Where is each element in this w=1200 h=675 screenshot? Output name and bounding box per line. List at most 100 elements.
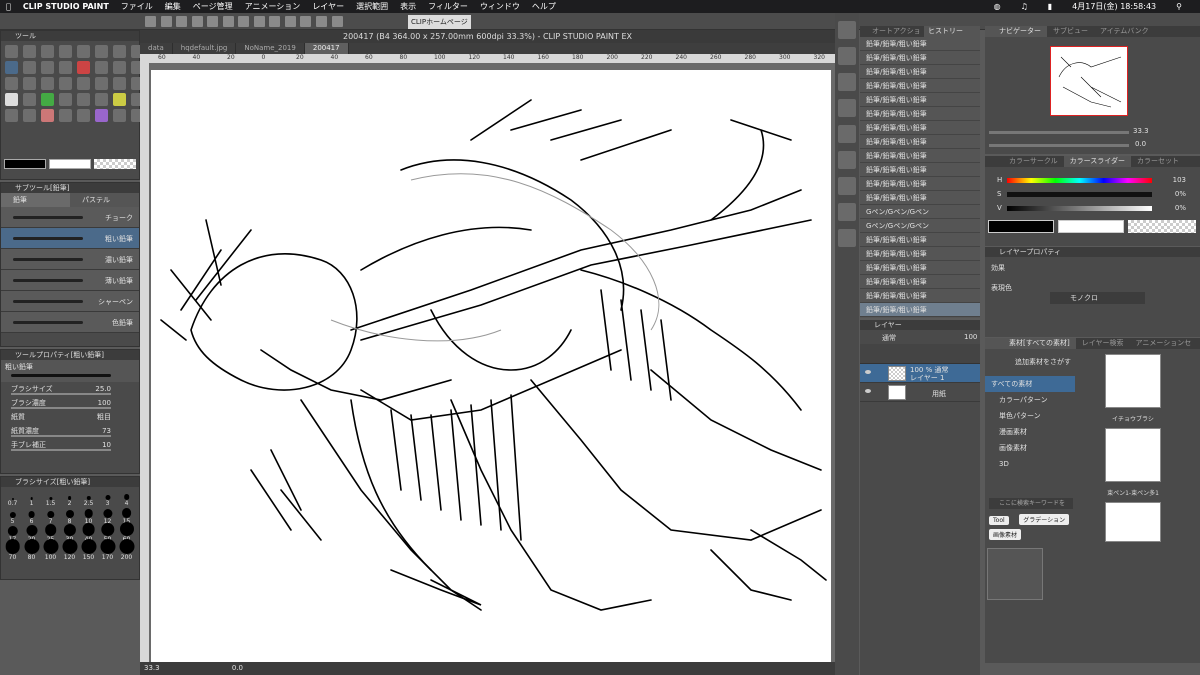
text-tool-icon[interactable]: [77, 77, 90, 90]
3d-tool-icon[interactable]: [23, 93, 36, 106]
dock-icon-5[interactable]: [838, 125, 856, 143]
history-item[interactable]: Gペン/Gペン/Gペン: [860, 219, 980, 233]
menu-help[interactable]: ヘルプ: [532, 1, 556, 12]
brush-size-cell[interactable]: 0.7: [3, 490, 22, 507]
brush-size-cell[interactable]: 2: [60, 490, 79, 507]
airbrush-tool-icon[interactable]: [59, 61, 72, 74]
apple-icon[interactable]: : [6, 2, 11, 11]
frame-tool-icon[interactable]: [41, 77, 54, 90]
channel-value[interactable]: 103: [1173, 176, 1186, 184]
brush-size-row[interactable]: ブラシサイズ 25.0: [1, 382, 139, 396]
navigator-preview[interactable]: [1050, 46, 1128, 116]
yen-tool-icon[interactable]: [113, 93, 126, 106]
brush-size-cell[interactable]: 4: [117, 490, 136, 507]
clear-icon[interactable]: [238, 16, 250, 27]
main-color-swatch[interactable]: [4, 159, 46, 169]
sub-color-swatch[interactable]: [49, 159, 91, 169]
history-item[interactable]: 鉛筆/鉛筆/粗い鉛筆: [860, 177, 980, 191]
check-tool-icon[interactable]: [59, 93, 72, 106]
layer-row[interactable]: 100 % 通常 レイヤー 1: [860, 364, 980, 383]
dock-icon-6[interactable]: [838, 151, 856, 169]
clock[interactable]: 4月17日(金) 18:58:43: [1072, 1, 1156, 12]
value-row[interactable]: V 0%: [985, 201, 1200, 215]
expression-select[interactable]: モノクロ: [1050, 292, 1145, 304]
texture-density-row[interactable]: 紙質濃度 73: [1, 424, 139, 438]
eyedropper-tool-icon[interactable]: [113, 45, 126, 58]
menu-view[interactable]: 表示: [400, 1, 416, 12]
dock-icon-1[interactable]: [838, 21, 856, 39]
menu-edit[interactable]: 編集: [165, 1, 181, 12]
layer-opacity[interactable]: 100: [964, 333, 977, 341]
wand-tool-icon[interactable]: [95, 45, 108, 58]
menu-file[interactable]: ファイル: [121, 1, 153, 12]
move-tool-icon[interactable]: [41, 45, 54, 58]
material-thumbnail[interactable]: [1105, 502, 1161, 542]
eraser-tool-icon[interactable]: [95, 61, 108, 74]
history-item[interactable]: 鉛筆/鉛筆/粗い鉛筆: [860, 289, 980, 303]
history-item[interactable]: 鉛筆/鉛筆/粗い鉛筆: [860, 247, 980, 261]
history-item[interactable]: 鉛筆/鉛筆/粗い鉛筆: [860, 275, 980, 289]
balloon-tool-icon[interactable]: [95, 77, 108, 90]
brush-tool-icon[interactable]: [41, 61, 54, 74]
dock-icon-2[interactable]: [838, 47, 856, 65]
row-value[interactable]: 粗目: [97, 410, 111, 424]
material-tree-item[interactable]: 3D: [985, 456, 1075, 472]
history-item[interactable]: 鉛筆/鉛筆/粗い鉛筆: [860, 107, 980, 121]
deselect-icon[interactable]: [284, 16, 296, 27]
hue-row[interactable]: H 103: [985, 173, 1200, 187]
new-icon[interactable]: [160, 16, 172, 27]
fish-tool-icon[interactable]: [77, 93, 90, 106]
brush-size-cell[interactable]: 100: [41, 539, 60, 561]
brush-size-cell[interactable]: 1.5: [41, 490, 60, 507]
transparent-swatch[interactable]: [1128, 220, 1196, 233]
blend-tool-icon[interactable]: [113, 61, 126, 74]
tab-item-bank[interactable]: アイテムバンク: [1094, 26, 1155, 37]
main-color-swatch[interactable]: [988, 220, 1054, 233]
eye-icon[interactable]: [865, 370, 871, 374]
doc-tab-hqdefault[interactable]: hqdefault.jpg: [173, 43, 237, 54]
brush-size-cell[interactable]: 8: [60, 508, 79, 525]
brush-size-cell[interactable]: 5: [3, 508, 22, 525]
homepage-button[interactable]: CLIPホームページ: [408, 15, 471, 29]
dock-icon-8[interactable]: [838, 203, 856, 221]
material-tree-item[interactable]: すべての素材: [985, 376, 1075, 392]
angle-value[interactable]: 0.0: [232, 664, 243, 672]
ruler-left[interactable]: [140, 54, 149, 662]
pen-tool-icon[interactable]: [5, 61, 18, 74]
correct-line-icon[interactable]: [113, 77, 126, 90]
wifi-icon[interactable]: ◍: [994, 2, 1001, 11]
row-value[interactable]: 100: [98, 396, 111, 410]
paint-tool-icon[interactable]: [5, 109, 18, 122]
decoration-tool-icon[interactable]: [77, 61, 90, 74]
brush-size-cell[interactable]: 150: [79, 539, 98, 561]
open-icon[interactable]: [176, 16, 188, 27]
undo-icon[interactable]: [207, 16, 219, 27]
fill-icon[interactable]: [269, 16, 281, 27]
nav-zoom-value[interactable]: 33.3: [1133, 127, 1149, 135]
menu-animation[interactable]: アニメーション: [245, 1, 301, 12]
tab-subview[interactable]: サブビュー: [1047, 26, 1094, 37]
material-thumbnail[interactable]: [1105, 428, 1161, 482]
drawing-canvas[interactable]: [151, 70, 831, 662]
blank4-tool-icon[interactable]: [113, 109, 126, 122]
brush-size-cell[interactable]: 200: [117, 539, 136, 561]
add-material-button[interactable]: 追加素材をさがす: [989, 354, 1071, 370]
brush-size-cell[interactable]: 170: [98, 539, 117, 561]
brush-size-cell[interactable]: 2.5: [79, 490, 98, 507]
brush-light-pencil[interactable]: 薄い鉛筆: [1, 270, 139, 291]
channel-value[interactable]: 0%: [1175, 204, 1186, 212]
menu-layer[interactable]: レイヤー: [312, 1, 344, 12]
history-item[interactable]: 鉛筆/鉛筆/粗い鉛筆: [860, 93, 980, 107]
brush-size-cell[interactable]: 80: [22, 539, 41, 561]
tab-auto-action[interactable]: オートアクション: [860, 26, 924, 46]
brush-size-cell[interactable]: 6: [22, 508, 41, 525]
purple-tool-icon[interactable]: [95, 109, 108, 122]
material-tree-item[interactable]: 画像素材: [985, 440, 1075, 456]
tab-animation[interactable]: アニメーションセ: [1130, 338, 1198, 349]
paper-texture-row[interactable]: 紙質 粗目: [1, 410, 139, 424]
gradient-tool-icon[interactable]: [5, 77, 18, 90]
brush-size-cell[interactable]: 7: [41, 508, 60, 525]
figure-tool-icon[interactable]: [23, 77, 36, 90]
history-item[interactable]: 鉛筆/鉛筆/粗い鉛筆: [860, 121, 980, 135]
tag-image[interactable]: 画像素材: [989, 529, 1022, 540]
